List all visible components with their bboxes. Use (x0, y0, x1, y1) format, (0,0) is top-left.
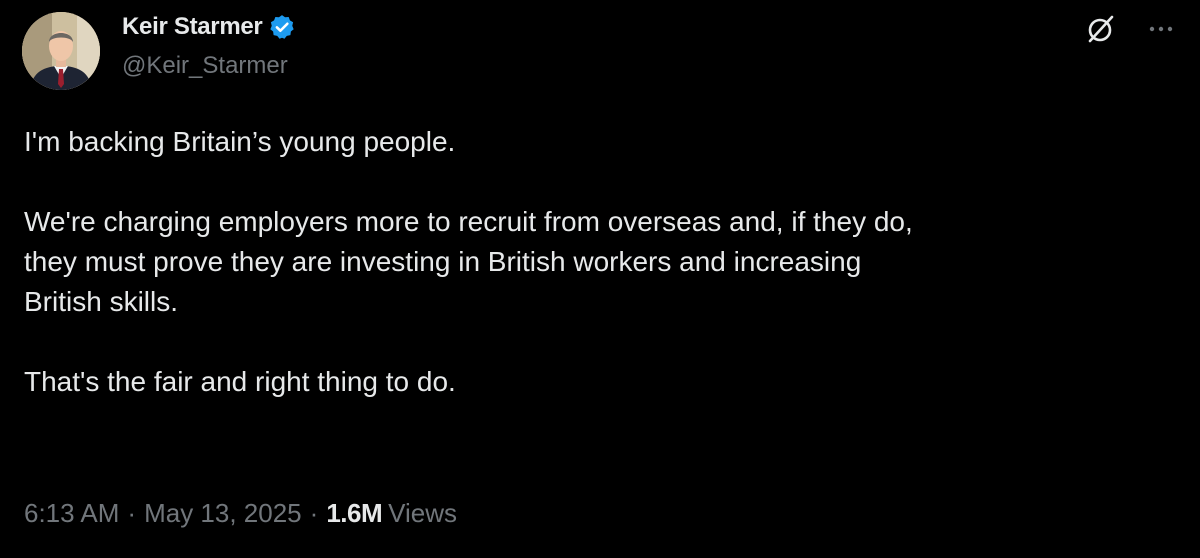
verified-badge-icon[interactable] (268, 13, 296, 41)
avatar-image (22, 12, 100, 90)
views-count[interactable]: 1.6M (326, 498, 382, 529)
tweet-card: Keir Starmer @Keir_Starmer I'm backing B… (0, 0, 1200, 558)
author-display-name[interactable]: Keir Starmer (122, 13, 263, 41)
tweet-paragraph: That's the fair and right thing to do. (24, 366, 456, 397)
grok-icon[interactable] (1084, 12, 1118, 46)
meta-separator: · (309, 498, 319, 528)
tweet-top-actions (1084, 12, 1178, 46)
meta-separator: · (127, 498, 137, 528)
views-label[interactable]: Views (388, 498, 457, 529)
tweet-date[interactable]: May 13, 2025 (144, 498, 302, 529)
author-name-row: Keir Starmer (122, 12, 296, 42)
tweet-time[interactable]: 6:13 AM (24, 498, 119, 529)
tweet-paragraph: We're charging employers more to recruit… (24, 206, 913, 317)
avatar[interactable] (22, 12, 100, 90)
tweet-meta: 6:13 AM · May 13, 2025 · 1.6M Views (24, 498, 457, 529)
author-handle[interactable]: @Keir_Starmer (122, 52, 288, 80)
tweet-text: I'm backing Britain’s young people. We'r… (24, 122, 1174, 402)
more-options-icon[interactable] (1144, 12, 1178, 46)
tweet-paragraph: I'm backing Britain’s young people. (24, 126, 456, 157)
